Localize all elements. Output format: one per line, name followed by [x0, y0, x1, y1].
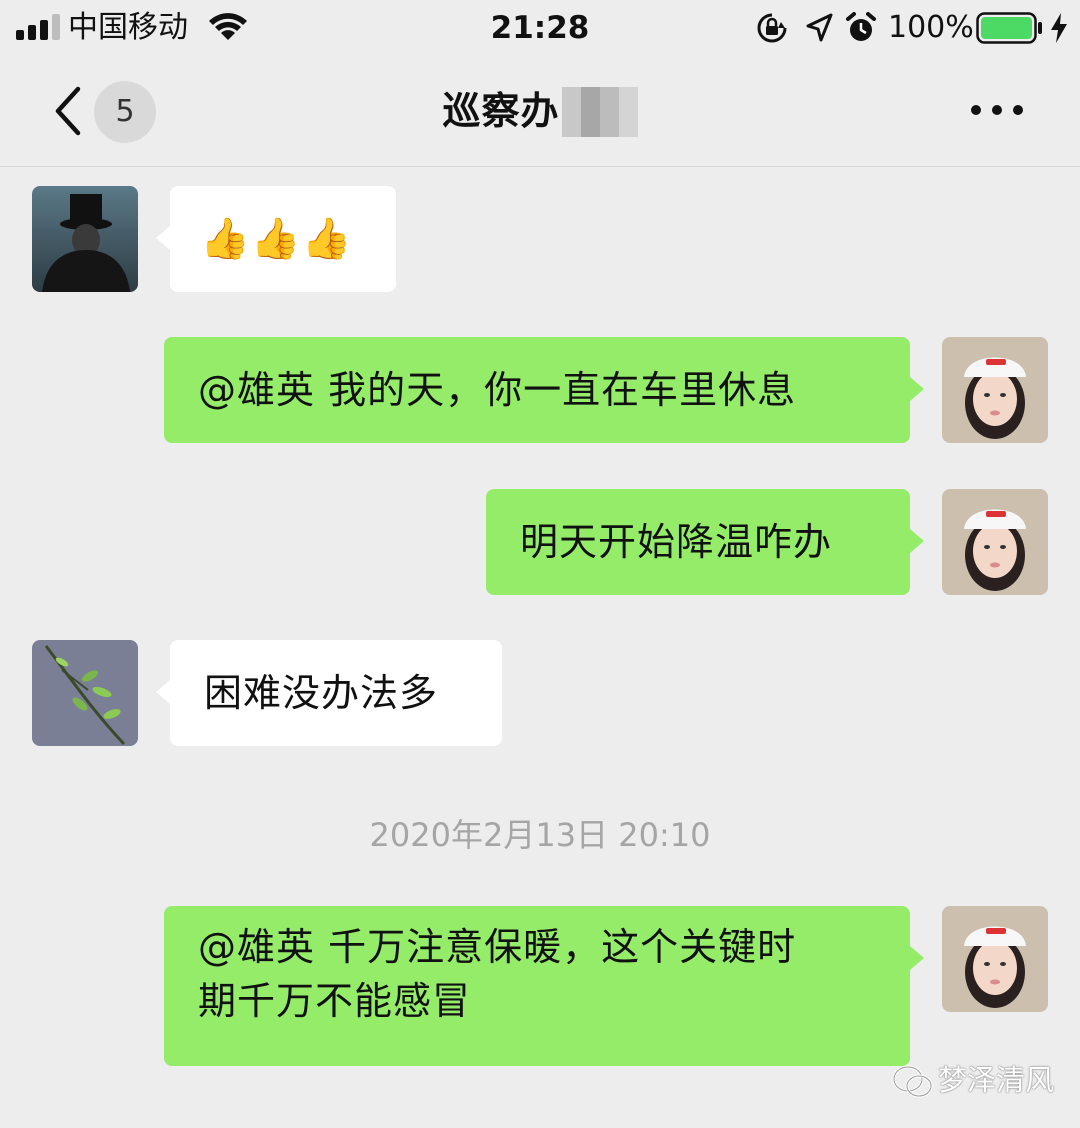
redacted-mosaic [561, 86, 638, 137]
location-icon [806, 13, 833, 42]
orientation-lock-icon [757, 13, 787, 43]
battery-icon [976, 12, 1042, 44]
top-hat-avatar[interactable] [32, 186, 138, 292]
message-text: @雄英 千万注意保暖，这个关键时 期千万不能感冒 [164, 906, 910, 1042]
chat-title: 巡察办 [0, 85, 1080, 139]
message-line: 期千万不能感冒 [198, 979, 472, 1023]
message-timestamp: 2020年2月13日 20:10 [369, 816, 711, 854]
message-bubble-outgoing[interactable]: 明天开始降温咋办 [486, 489, 924, 595]
more-icon[interactable] [966, 95, 1028, 125]
message-text: 明天开始降温咋办 [520, 520, 833, 564]
status-bar: 中国移动 21:28 100% [0, 0, 1080, 55]
message-text: 👍👍👍 [200, 216, 353, 262]
wechat-official-icon [892, 1065, 933, 1098]
battery-percent: 100% [888, 10, 974, 45]
message-bubble-incoming[interactable]: 👍👍👍 [156, 186, 396, 292]
chat-header: 5 巡察办 [0, 55, 1080, 167]
girl-avatar[interactable] [942, 337, 1048, 443]
girl-avatar[interactable] [942, 489, 1048, 595]
message-text: 困难没办法多 [204, 671, 439, 715]
message-bubble-outgoing[interactable]: @雄英 我的天，你一直在车里休息 [164, 337, 924, 443]
message-bubble-outgoing[interactable]: @雄英 千万注意保暖，这个关键时 期千万不能感冒 [164, 906, 924, 1066]
chat-title-text: 巡察办 [442, 89, 560, 133]
alarm-icon [846, 12, 876, 41]
message-text: @雄英 我的天，你一直在车里休息 [198, 368, 797, 412]
girl-avatar[interactable] [942, 906, 1048, 1012]
charging-icon [1051, 13, 1067, 43]
watermark: 梦泽清风 [892, 1058, 1062, 1108]
message-bubble-incoming[interactable]: 困难没办法多 [156, 640, 502, 746]
watermark-text: 梦泽清风 [938, 1063, 1055, 1097]
plant-avatar[interactable] [32, 640, 138, 746]
message-line: @雄英 千万注意保暖，这个关键时 [198, 925, 797, 969]
